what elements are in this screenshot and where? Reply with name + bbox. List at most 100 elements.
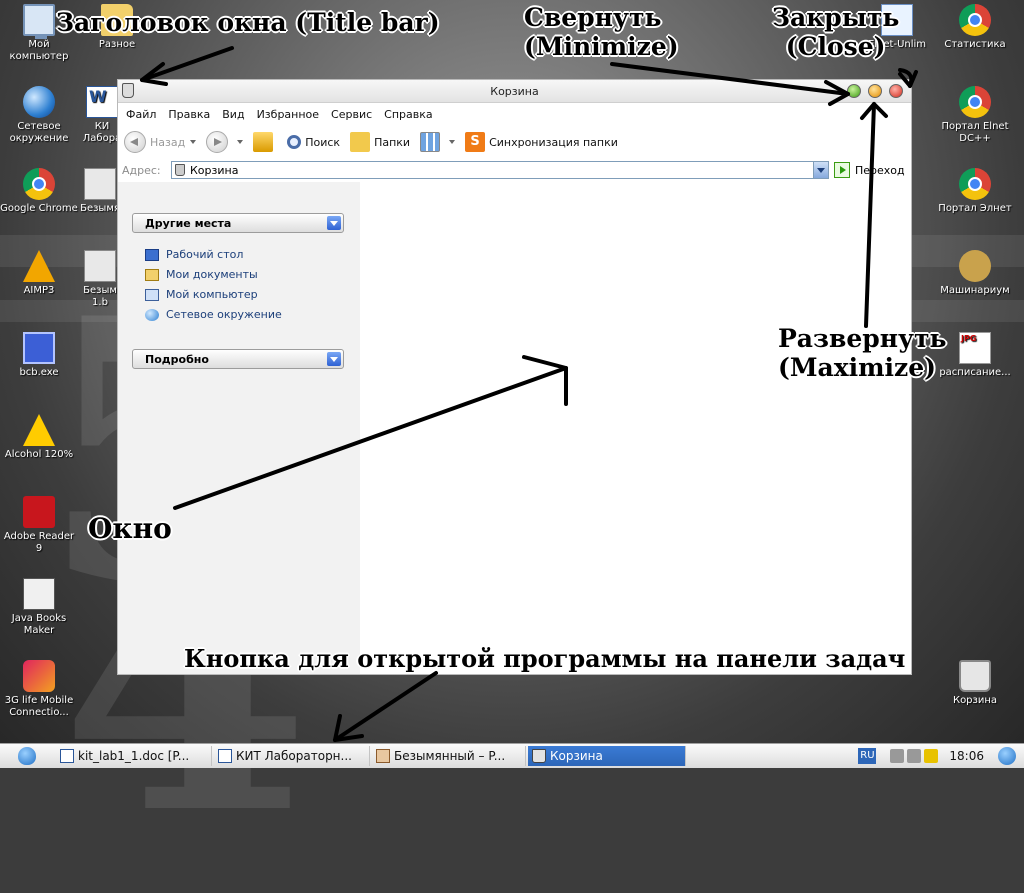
- word-doc-icon: [60, 749, 74, 763]
- annotation-close: Закрыть (Close): [772, 3, 900, 61]
- taskbar-button-kit-doc[interactable]: kit_lab1_1.doc [P...: [56, 746, 212, 766]
- desktop-icon-java-books[interactable]: Java Books Maker: [0, 578, 78, 637]
- desktop-icon-chrome[interactable]: Google Chrome: [0, 168, 78, 215]
- desktop-icon-elnet-portal[interactable]: Портал Элнет: [936, 168, 1014, 215]
- language-indicator[interactable]: RU: [858, 748, 877, 764]
- desktop-icon-aimp[interactable]: AIMP3: [0, 250, 78, 297]
- taskbar-button-label: Безымянный – P...: [394, 749, 506, 763]
- chevron-down-icon[interactable]: [327, 216, 341, 230]
- taskbar-button-kit-lab[interactable]: КИТ Лабораторн...: [214, 746, 370, 766]
- forward-arrow-icon: [206, 131, 229, 153]
- other-places-header[interactable]: Другие места: [132, 213, 344, 233]
- chevron-down-icon[interactable]: [237, 140, 244, 144]
- books-icon: [23, 578, 55, 610]
- taskbar-button-paint[interactable]: Безымянный – P...: [372, 746, 526, 766]
- close-button[interactable]: [889, 84, 903, 98]
- views-button[interactable]: [420, 132, 456, 152]
- taskbar-button-recycle-bin[interactable]: Корзина: [528, 746, 686, 766]
- users-tray-icon[interactable]: [924, 749, 939, 763]
- taskbar-button-label: КИТ Лабораторн...: [236, 749, 352, 763]
- maximize-button[interactable]: [868, 84, 882, 98]
- network-icon: [145, 308, 159, 321]
- place-my-computer[interactable]: Мой компьютер: [145, 288, 258, 301]
- menu-view[interactable]: Вид: [216, 108, 250, 121]
- desktop-icon-bcb[interactable]: bcb.exe: [0, 332, 78, 379]
- word-doc-icon: [86, 86, 118, 118]
- alcohol-icon: [23, 414, 55, 446]
- desktop-icon-3g-life[interactable]: 3G life Mobile Connectio...: [0, 660, 78, 719]
- folder-up-icon: [253, 132, 274, 152]
- desktop-icon-recycle-bin[interactable]: Корзина: [936, 660, 1014, 707]
- go-arrow-icon: [834, 162, 850, 178]
- aimp-icon: [23, 250, 55, 282]
- folders-button[interactable]: Папки: [350, 132, 410, 152]
- menu-tools[interactable]: Сервис: [325, 108, 378, 121]
- desktop-icon: [145, 248, 159, 261]
- window-title: Корзина: [490, 85, 539, 98]
- up-folder-button[interactable]: [253, 132, 277, 152]
- annotation-title-bar: Заголовок окна (Title bar): [56, 8, 440, 37]
- search-button[interactable]: Поиск: [287, 135, 340, 149]
- desktop-icon-alcohol[interactable]: Alcohol 120%: [0, 414, 78, 461]
- menu-file[interactable]: Файл: [120, 108, 162, 121]
- exe-icon: [23, 332, 55, 364]
- desktop-icon-network[interactable]: Сетевое окружение: [0, 86, 78, 145]
- desktop-icon-machinarium[interactable]: Машинариум: [936, 250, 1014, 297]
- back-arrow-icon: [124, 131, 146, 153]
- annotation-window: Окно: [88, 512, 172, 545]
- place-network[interactable]: Сетевое окружение: [145, 308, 282, 321]
- computer-icon: [145, 288, 159, 301]
- address-field[interactable]: Корзина: [171, 161, 829, 179]
- desktop-icon-statistics[interactable]: Статистика: [936, 4, 1014, 51]
- menu-favorites[interactable]: Избранное: [251, 108, 325, 121]
- pdf-icon: [23, 496, 55, 528]
- clock[interactable]: 18:06: [949, 749, 984, 763]
- chevron-down-icon[interactable]: [327, 352, 341, 366]
- menu-help[interactable]: Справка: [378, 108, 438, 121]
- word-doc-icon: [218, 749, 232, 763]
- desktop-icon-label: расписание...: [939, 367, 1011, 378]
- desktop-icon-label: Adobe Reader 9: [3, 531, 75, 554]
- desktop-icon-label: Корзина: [952, 695, 998, 706]
- jpg-icon: [959, 332, 991, 364]
- minimize-button[interactable]: [847, 84, 861, 98]
- annotation-taskbar-button: Кнопка для открытой программы на панели …: [184, 644, 906, 673]
- paint-icon: [376, 749, 390, 763]
- search-label: Поиск: [305, 135, 341, 149]
- window-content: Другие места Рабочий стол Мои документы …: [118, 182, 911, 674]
- taskbar-button-label: Корзина: [550, 749, 603, 763]
- desktop-icon-label: Alcohol 120%: [4, 449, 74, 460]
- desktop-icon-untitled-bmp-2[interactable]: Безым 1.b: [78, 250, 122, 309]
- menu-edit[interactable]: Правка: [162, 108, 216, 121]
- details-header[interactable]: Подробно: [132, 349, 344, 369]
- taskbar: kit_lab1_1.doc [P... КИТ Лабораторн... Б…: [0, 743, 1024, 768]
- desktop-icon-elnet-dc[interactable]: Портал Elnet DC++: [936, 86, 1014, 145]
- chrome-icon: [959, 86, 991, 118]
- desktop-icon-untitled-bmp[interactable]: Безымя: [78, 168, 122, 215]
- go-button[interactable]: Переход: [834, 162, 905, 178]
- system-tray: RU 18:06: [858, 746, 1024, 766]
- place-my-documents[interactable]: Мои документы: [145, 268, 258, 281]
- sync-folder-button[interactable]: S Синхронизация папки: [465, 132, 618, 152]
- back-button[interactable]: Назад: [124, 131, 197, 153]
- chevron-down-icon: [449, 140, 456, 144]
- start-button[interactable]: [18, 747, 36, 765]
- sync-label: Синхронизация папки: [489, 135, 618, 149]
- speaker-icon[interactable]: [890, 749, 905, 763]
- place-desktop[interactable]: Рабочий стол: [145, 248, 243, 261]
- documents-icon: [145, 268, 159, 281]
- recycle-bin-icon: [175, 164, 185, 176]
- title-bar[interactable]: Корзина: [118, 80, 911, 103]
- network-tray-icon[interactable]: [907, 749, 922, 763]
- desktop-icon-label: Безымя: [80, 203, 120, 214]
- search-icon[interactable]: [998, 747, 1016, 765]
- desktop-icon-schedule[interactable]: расписание...: [936, 332, 1014, 379]
- forward-button[interactable]: [206, 131, 244, 153]
- address-dropdown-button[interactable]: [813, 162, 828, 178]
- details-title: Подробно: [145, 353, 209, 366]
- desktop-icon-label: Портал Элнет: [938, 203, 1012, 214]
- chevron-down-icon[interactable]: [190, 140, 197, 144]
- desktop-icon-adobe-reader[interactable]: Adobe Reader 9: [0, 496, 78, 555]
- desktop-icon-label: Мой компьютер: [9, 39, 69, 62]
- annotation-minimize: Свернуть (Minimize): [524, 3, 679, 61]
